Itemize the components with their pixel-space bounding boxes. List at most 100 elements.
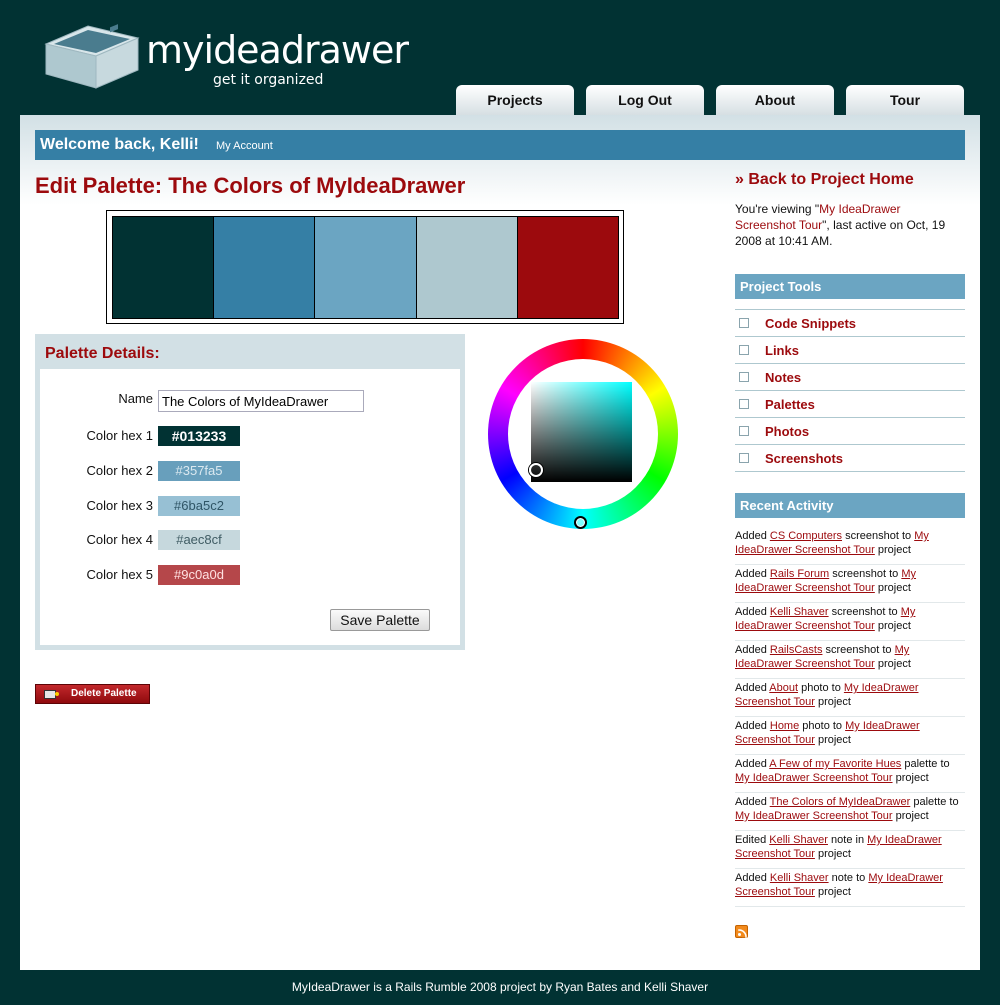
color-hex-1-input[interactable]: #013233 [158, 426, 240, 446]
activity-verb: Edited [735, 834, 767, 846]
color-hex-3-input[interactable]: #6ba5c2 [158, 496, 240, 516]
viewing-prefix: You're viewing " [735, 202, 820, 216]
logo-drawer-icon [44, 24, 140, 90]
rss-icon[interactable] [735, 925, 748, 938]
tab-projects[interactable]: Projects [456, 85, 574, 115]
palette-swatch-4 [416, 217, 518, 318]
tab-tour[interactable]: Tour [846, 85, 964, 115]
activity-action: photo to [801, 682, 841, 694]
project-tools-heading: Project Tools [735, 274, 965, 299]
palette-name-input[interactable] [158, 390, 364, 412]
tool-item-label: Photos [765, 424, 810, 439]
color-hex-2-label: Color hex 2 [86, 463, 153, 478]
activity-action: note in [831, 834, 865, 846]
recent-activity-heading: Recent Activity [735, 493, 965, 518]
tool-item-palettes[interactable]: Palettes [735, 391, 965, 418]
palette-preview [106, 210, 624, 324]
activity-item: Added About photo to My IdeaDrawer Scree… [735, 679, 965, 717]
activity-action: screenshot to [832, 568, 899, 580]
activity-verb: Added [735, 606, 767, 618]
activity-verb: Added [735, 796, 767, 808]
activity-item: Added Kelli Shaver note to My IdeaDrawer… [735, 869, 965, 907]
activity-item: Added The Colors of MyIdeaDrawer palette… [735, 793, 965, 831]
palette-details-panel: Palette Details: Name Color hex 1 #01323… [35, 334, 465, 650]
checkbox-icon [739, 426, 749, 436]
logo-tagline: get it organized [213, 72, 324, 88]
activity-item: Added Kelli Shaver screenshot to My Idea… [735, 603, 965, 641]
activity-item-link[interactable]: Rails Forum [770, 568, 829, 580]
activity-item-link[interactable]: Kelli Shaver [770, 872, 829, 884]
project-tools-list: Code Snippets Links Notes Palettes Photo… [735, 309, 965, 472]
activity-action: note to [831, 872, 866, 884]
activity-project-link[interactable]: My IdeaDrawer Screenshot Tour [735, 810, 893, 822]
activity-item: Added Home photo to My IdeaDrawer Screen… [735, 717, 965, 755]
page-content: Welcome back, Kelli! My Account Edit Pal… [20, 115, 980, 970]
recent-activity-list: Added CS Computers screenshot to My Idea… [735, 527, 965, 907]
activity-item: Edited Kelli Shaver note in My IdeaDrawe… [735, 831, 965, 869]
tool-item-code-snippets[interactable]: Code Snippets [735, 309, 965, 337]
activity-verb: Added [735, 720, 767, 732]
hue-marker[interactable] [574, 516, 587, 529]
activity-item-link[interactable]: About [769, 682, 798, 694]
color-hex-4-input[interactable]: #aec8cf [158, 530, 240, 550]
activity-action: screenshot to [831, 606, 898, 618]
color-picker-wheel[interactable] [488, 339, 678, 529]
palette-swatch-2 [214, 217, 316, 318]
saturation-value-marker[interactable] [529, 463, 543, 477]
activity-suffix: project [817, 886, 851, 898]
tool-item-label: Screenshots [765, 451, 844, 466]
color-hex-2-input[interactable]: #357fa5 [158, 461, 240, 481]
activity-project-link[interactable]: My IdeaDrawer Screenshot Tour [735, 772, 893, 784]
delete-palette-icon [44, 690, 59, 699]
activity-verb: Added [735, 682, 767, 694]
activity-suffix: project [877, 582, 911, 594]
color-hex-5-input[interactable]: #9c0a0d [158, 565, 240, 585]
my-account-link[interactable]: My Account [216, 140, 273, 152]
checkbox-icon [739, 318, 749, 328]
color-hex-1-label: Color hex 1 [86, 428, 153, 443]
activity-verb: Added [735, 758, 767, 770]
activity-item-link[interactable]: RailsCasts [770, 644, 823, 656]
activity-action: screenshot to [845, 530, 912, 542]
activity-verb: Added [735, 644, 767, 656]
palette-details-title: Palette Details: [45, 345, 160, 362]
activity-item-link[interactable]: CS Computers [770, 530, 842, 542]
tool-item-screenshots[interactable]: Screenshots [735, 445, 965, 472]
activity-item: Added Rails Forum screenshot to My IdeaD… [735, 565, 965, 603]
palette-swatches [112, 216, 619, 319]
tab-log-out[interactable]: Log Out [586, 85, 704, 115]
activity-item: Added A Few of my Favorite Hues palette … [735, 755, 965, 793]
activity-item-link[interactable]: Home [770, 720, 799, 732]
activity-action: palette to [904, 758, 950, 770]
activity-suffix: project [877, 544, 911, 556]
tool-item-links[interactable]: Links [735, 337, 965, 364]
tool-item-label: Palettes [765, 397, 815, 412]
activity-suffix: project [895, 772, 929, 784]
color-hex-3-label: Color hex 3 [86, 498, 153, 513]
saturation-value-square[interactable] [531, 382, 632, 482]
activity-item: Added CS Computers screenshot to My Idea… [735, 527, 965, 565]
activity-verb: Added [735, 872, 767, 884]
color-hex-4-label: Color hex 4 [86, 532, 153, 547]
activity-item-link[interactable]: Kelli Shaver [770, 606, 829, 618]
checkbox-icon [739, 345, 749, 355]
activity-item-link[interactable]: The Colors of MyIdeaDrawer [770, 796, 911, 808]
tool-item-photos[interactable]: Photos [735, 418, 965, 445]
color-hex-5-label: Color hex 5 [86, 567, 153, 582]
checkbox-icon [739, 453, 749, 463]
palette-swatch-1 [113, 217, 215, 318]
name-label: Name [118, 391, 153, 406]
logo-text: myideadrawer [146, 28, 409, 72]
activity-suffix: project [817, 848, 851, 860]
delete-palette-button[interactable]: Delete Palette [35, 684, 150, 704]
tool-item-label: Code Snippets [765, 316, 857, 331]
checkbox-icon [739, 372, 749, 382]
tool-item-notes[interactable]: Notes [735, 364, 965, 391]
back-to-project-home-link[interactable]: » Back to Project Home [735, 171, 914, 189]
activity-action: photo to [802, 720, 843, 732]
activity-item-link[interactable]: Kelli Shaver [769, 834, 828, 846]
tab-about[interactable]: About [716, 85, 834, 115]
palette-swatch-3 [315, 217, 417, 318]
activity-item-link[interactable]: A Few of my Favorite Hues [769, 758, 901, 770]
save-palette-button[interactable]: Save Palette [330, 609, 430, 631]
